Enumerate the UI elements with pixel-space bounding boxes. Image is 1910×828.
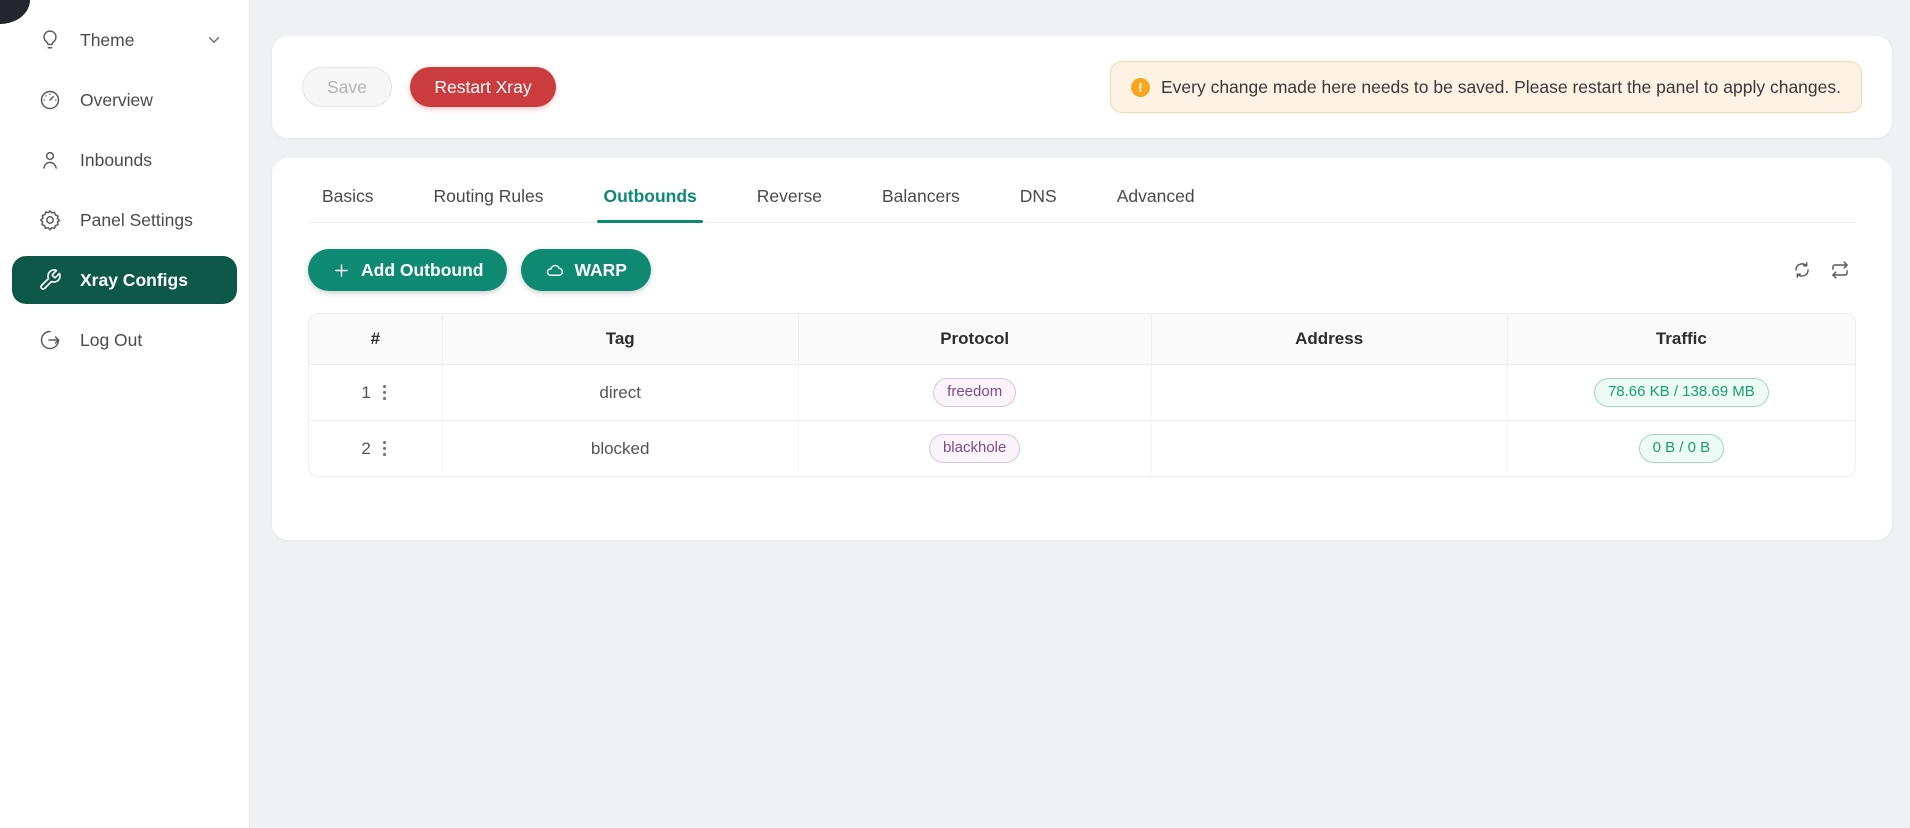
user-icon <box>38 148 62 172</box>
sidebar-item-overview[interactable]: Overview <box>12 76 237 124</box>
sidebar-item-label: Xray Configs <box>80 270 188 291</box>
row-tag: direct <box>443 365 799 421</box>
row-tag: blocked <box>443 421 799 477</box>
wrench-icon <box>38 268 62 292</box>
row-index: 1 <box>361 383 370 403</box>
traffic-badge: 78.66 KB / 138.69 MB <box>1594 378 1769 407</box>
sidebar-item-label: Inbounds <box>80 150 152 171</box>
toolbar-buttons: Save Restart Xray <box>302 67 556 107</box>
tab-routing-rules[interactable]: Routing Rules <box>430 166 548 222</box>
tab-basics[interactable]: Basics <box>318 166 378 222</box>
lightbulb-icon <box>38 28 62 52</box>
sidebar-menu: Theme Overview <box>0 0 249 364</box>
column-header-traffic: Traffic <box>1508 313 1856 365</box>
xray-config-card: Basics Routing Rules Outbounds Reverse B… <box>272 158 1892 540</box>
refresh-icon[interactable] <box>1792 260 1812 280</box>
warning-icon: ! <box>1131 78 1150 97</box>
table-row: 1 direct freedom 78.66 KB / 138.69 MB <box>308 365 1856 421</box>
protocol-badge: blackhole <box>929 434 1020 463</box>
sidebar-item-xray-configs[interactable]: Xray Configs <box>12 256 237 304</box>
column-header-index: # <box>308 313 443 365</box>
outbounds-actions-row: Add Outbound WARP <box>308 249 1856 291</box>
traffic-badge: 0 B / 0 B <box>1639 434 1725 463</box>
sidebar-item-panel-settings[interactable]: Panel Settings <box>12 196 237 244</box>
sidebar-item-log-out[interactable]: Log Out <box>12 316 237 364</box>
restart-xray-button[interactable]: Restart Xray <box>410 67 555 107</box>
column-header-protocol: Protocol <box>799 313 1152 365</box>
warp-button[interactable]: WARP <box>521 249 651 291</box>
dashboard-icon <box>38 88 62 112</box>
gear-icon <box>38 208 62 232</box>
alert-message: Every change made here needs to be saved… <box>1161 77 1841 98</box>
save-button[interactable]: Save <box>302 67 392 107</box>
tab-advanced[interactable]: Advanced <box>1113 166 1199 222</box>
sidebar-item-label: Overview <box>80 90 153 111</box>
table-row: 2 blocked blackhole 0 B / 0 B <box>308 421 1856 477</box>
tab-balancers[interactable]: Balancers <box>878 166 964 222</box>
cloud-icon <box>545 261 564 280</box>
column-header-address: Address <box>1152 313 1508 365</box>
outbounds-table: # Tag Protocol Address Traffic 1 <box>308 313 1856 477</box>
sidebar-item-label: Theme <box>80 30 134 51</box>
sidebar-item-theme[interactable]: Theme <box>12 16 237 64</box>
tab-reverse[interactable]: Reverse <box>753 166 826 222</box>
row-address <box>1152 421 1508 477</box>
sidebar-item-label: Log Out <box>80 330 142 351</box>
table-tools <box>1792 260 1856 280</box>
row-menu-kebab-icon[interactable] <box>380 382 390 404</box>
restart-warning-alert: ! Every change made here needs to be sav… <box>1110 61 1862 113</box>
table-header-row: # Tag Protocol Address Traffic <box>308 313 1856 365</box>
sidebar-item-label: Panel Settings <box>80 210 193 231</box>
plus-icon <box>332 261 351 280</box>
column-header-tag: Tag <box>443 313 799 365</box>
config-tabs: Basics Routing Rules Outbounds Reverse B… <box>308 166 1856 223</box>
chevron-down-icon <box>205 31 223 49</box>
tab-outbounds[interactable]: Outbounds <box>599 166 700 222</box>
warp-label: WARP <box>574 260 627 281</box>
save-toolbar-card: Save Restart Xray ! Every change made he… <box>272 36 1892 138</box>
add-outbound-label: Add Outbound <box>361 260 483 281</box>
row-menu-kebab-icon[interactable] <box>380 438 390 460</box>
main-content: Save Restart Xray ! Every change made he… <box>272 36 1892 540</box>
sidebar-item-inbounds[interactable]: Inbounds <box>12 136 237 184</box>
sidebar: Theme Overview <box>0 0 250 828</box>
row-index: 2 <box>361 439 370 459</box>
row-address <box>1152 365 1508 421</box>
logout-icon <box>38 328 62 352</box>
protocol-badge: freedom <box>933 378 1016 407</box>
tab-dns[interactable]: DNS <box>1016 166 1061 222</box>
add-outbound-button[interactable]: Add Outbound <box>308 249 507 291</box>
repeat-icon[interactable] <box>1830 260 1850 280</box>
